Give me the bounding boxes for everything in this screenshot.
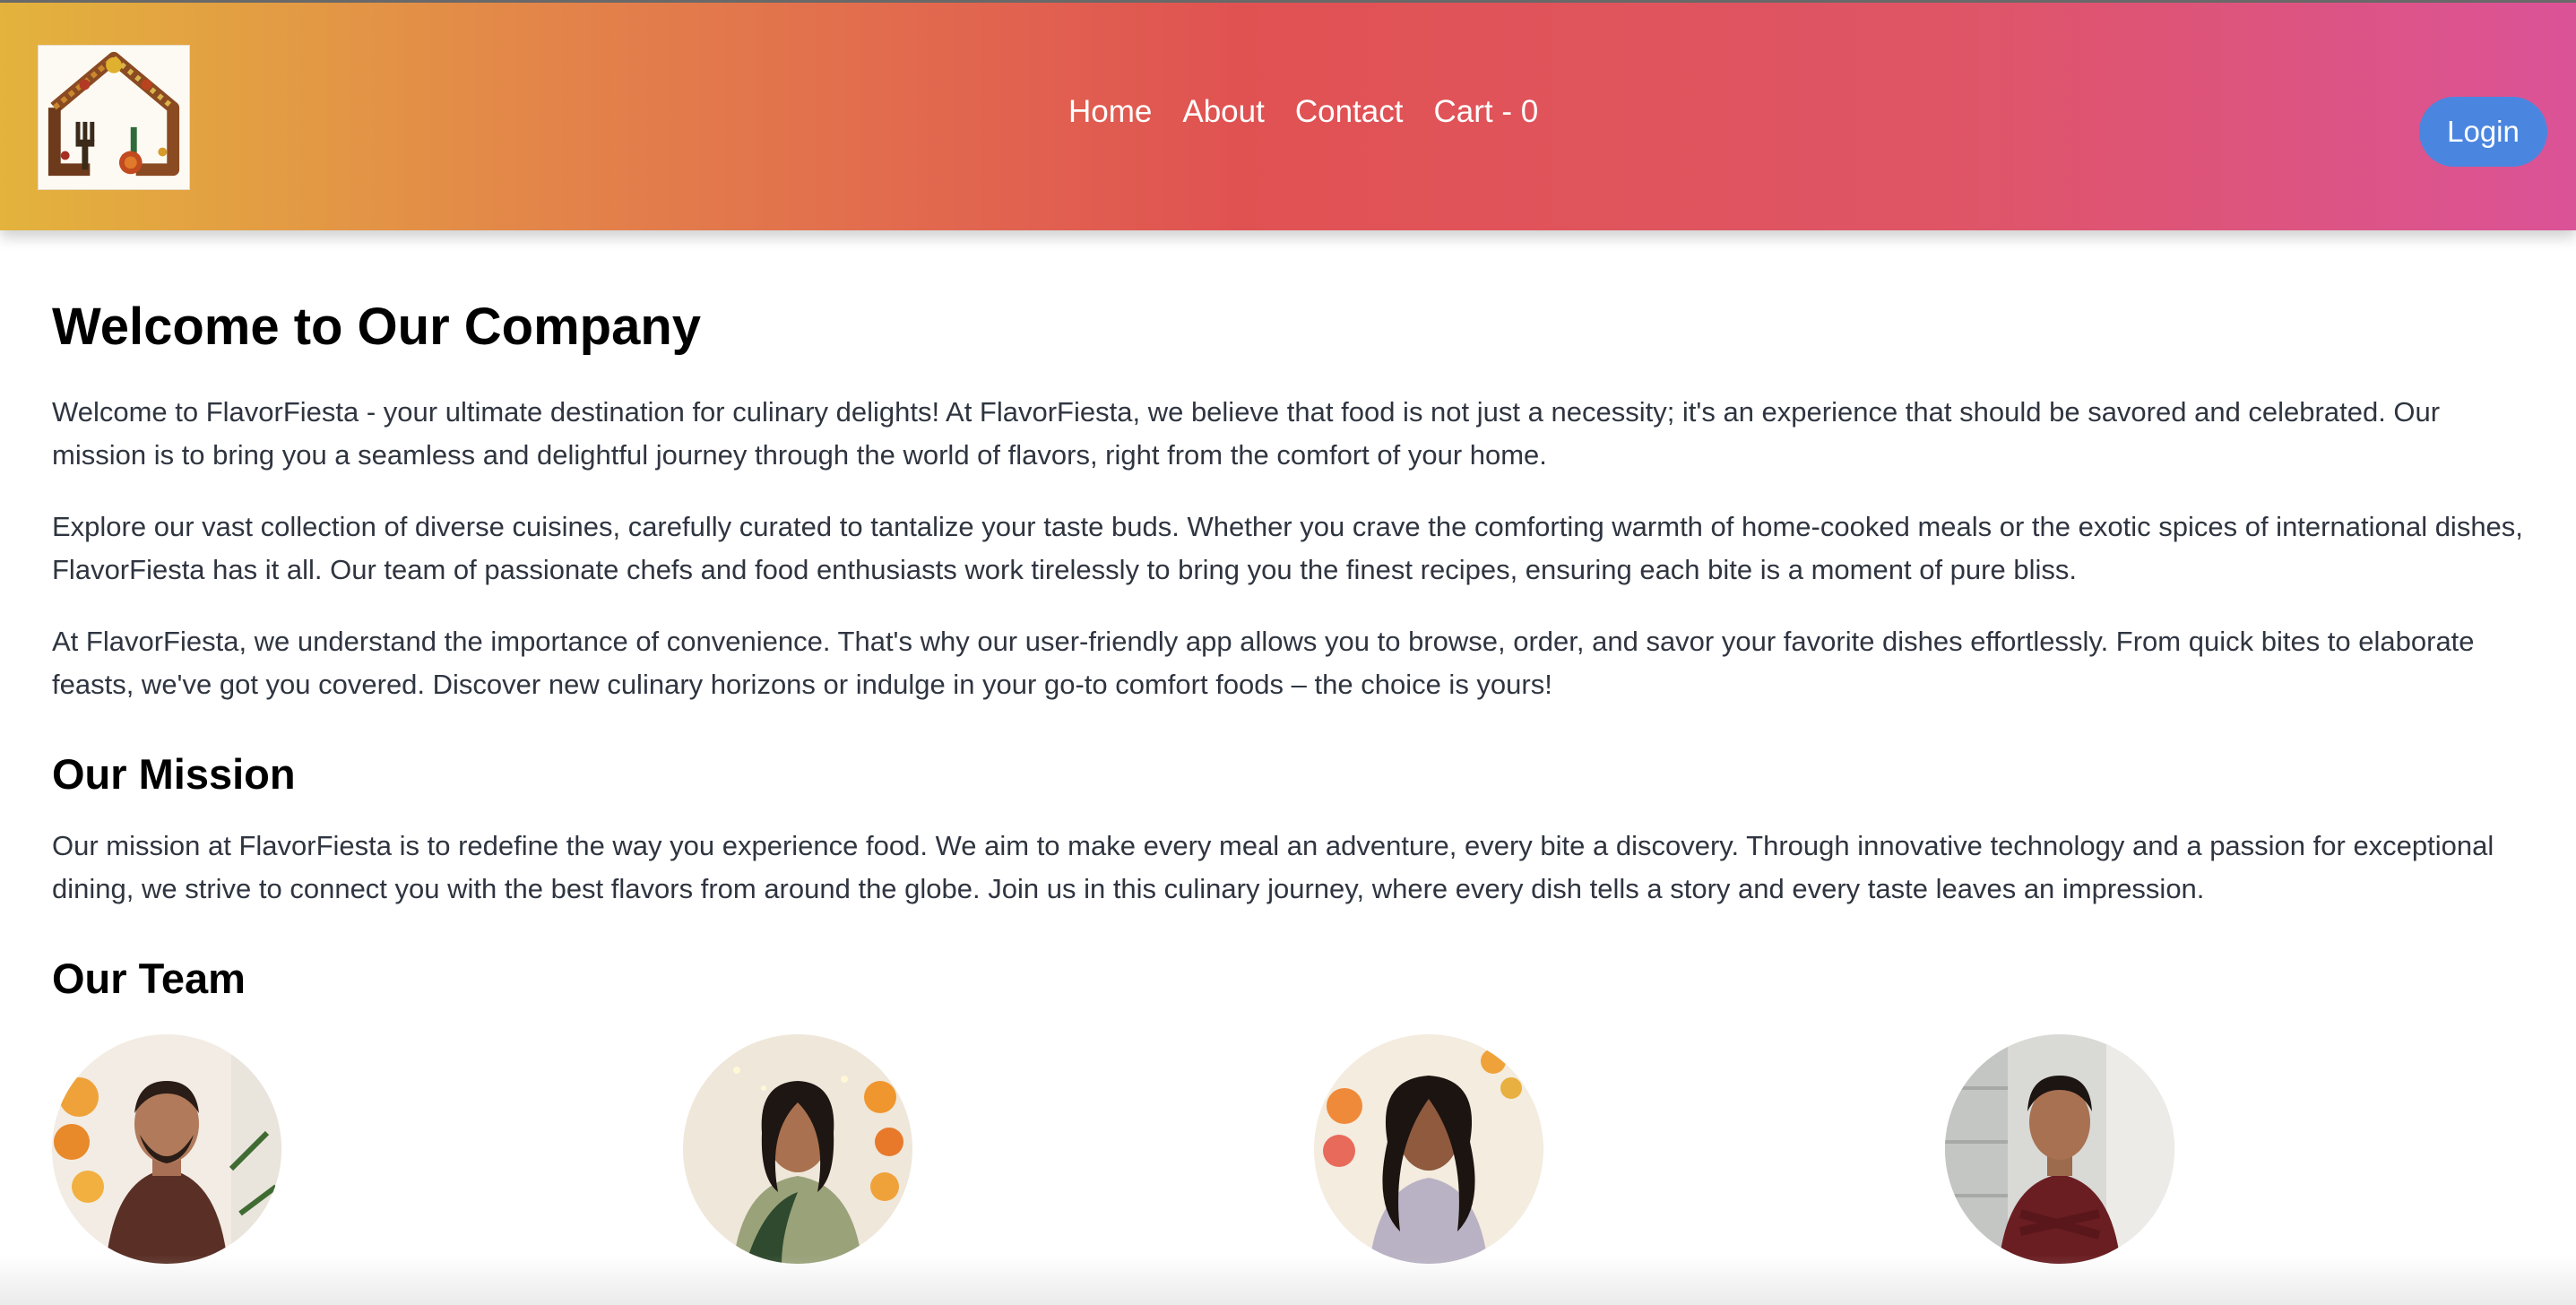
- nav-contact-link[interactable]: Contact: [1295, 96, 1404, 127]
- site-header: Home About Contact Cart - 0 Login: [0, 3, 2576, 230]
- mission-paragraph: Our mission at FlavorFiesta is to redefi…: [52, 829, 2494, 904]
- intro-paragraph-3: At FlavorFiesta, we understand the impor…: [52, 625, 2475, 700]
- intro-paragraph-1: Welcome to FlavorFiesta - your ultimate …: [52, 395, 2441, 471]
- nav-home-link[interactable]: Home: [1068, 96, 1152, 127]
- page-title: Welcome to Our Company: [52, 298, 702, 356]
- nav-cart-link[interactable]: Cart - 0: [1433, 96, 1538, 127]
- team-member-photo-4: [1945, 1034, 2174, 1265]
- brand-logo[interactable]: [38, 45, 190, 190]
- main-nav: Home About Contact Cart - 0: [1068, 96, 1538, 127]
- mission-heading: Our Mission: [52, 749, 296, 798]
- team-grid: [52, 1034, 2526, 1267]
- team-member-photo-2: [683, 1034, 912, 1265]
- main-content: Welcome to Our Company Welcome to Flavor…: [52, 296, 2526, 1267]
- team-heading: Our Team: [52, 954, 246, 1002]
- team-member-photo-1: [52, 1034, 281, 1265]
- login-button[interactable]: Login: [2419, 97, 2547, 167]
- house-logo-icon: [39, 46, 189, 189]
- team-member-photo-3: [1314, 1034, 1543, 1265]
- intro-paragraph-2: Explore our vast collection of diverse c…: [52, 510, 2523, 585]
- nav-about-link[interactable]: About: [1182, 96, 1264, 127]
